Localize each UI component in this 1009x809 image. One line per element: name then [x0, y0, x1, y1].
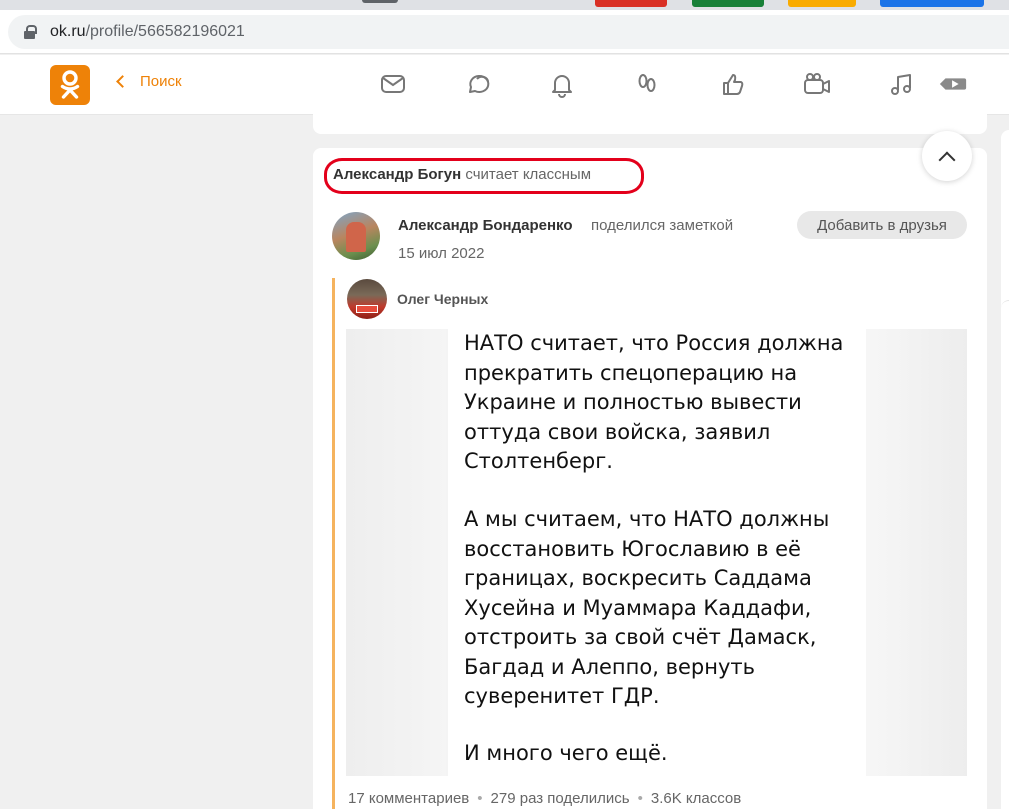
avatar[interactable]	[347, 279, 387, 319]
right-column-card	[1001, 300, 1009, 809]
post-stats: 17 комментариев • 279 раз поделились • 3.6K …	[348, 790, 741, 807]
site-header: Поиск	[0, 55, 1009, 115]
chevron-left-icon	[116, 75, 129, 88]
notifications-icon[interactable]	[547, 69, 577, 99]
image-paragraph-1: НАТО считает, что Россия должна прекрати…	[464, 331, 844, 473]
tab-indicator[interactable]	[362, 0, 398, 3]
discussions-icon[interactable]	[463, 69, 493, 99]
feed-post-card: Александр Богун считает классным Алексан…	[313, 148, 987, 809]
shares-count[interactable]: 279 раз поделились	[491, 790, 630, 807]
url-path: /profile/566582196021	[85, 23, 245, 40]
liked-by-action: считает классным	[465, 166, 592, 183]
post-image-text: А мы считаем, что НАТО должны восстанови…	[464, 505, 864, 712]
messages-icon[interactable]	[378, 69, 408, 99]
video-player-icon[interactable]	[938, 69, 968, 99]
shared-note-bar	[332, 278, 335, 809]
address-bar: ok.ru/profile/566582196021	[0, 10, 1009, 54]
image-paragraph-3: И много чего ещё.	[464, 741, 668, 765]
original-author-name[interactable]: Олег Черных	[397, 291, 488, 307]
url-field[interactable]: ok.ru/profile/566582196021	[8, 15, 1009, 49]
post-author-name[interactable]: Александр Бондаренко	[398, 217, 573, 234]
video-icon[interactable]	[802, 69, 832, 99]
post-image-text: И много чего ещё.	[464, 739, 864, 769]
liked-by-line: Александр Богун считает классным	[333, 166, 591, 183]
url-host: ok.ru	[50, 23, 86, 40]
separator-dot: •	[637, 790, 643, 807]
post-image-text: НАТО считает, что Россия должна прекрати…	[464, 329, 864, 477]
marks-icon[interactable]	[718, 69, 748, 99]
tab-indicator[interactable]	[595, 0, 667, 7]
post-date[interactable]: 15 июл 2022	[398, 245, 484, 262]
tab-indicator[interactable]	[788, 0, 856, 7]
add-friend-button[interactable]: Добавить в друзья	[797, 211, 967, 239]
back-to-search-link[interactable]: Поиск	[116, 73, 182, 90]
browser-tab-strip	[0, 0, 1009, 10]
guests-icon[interactable]	[632, 69, 662, 99]
scroll-to-top-button[interactable]	[922, 131, 972, 181]
liked-by-name[interactable]: Александр Богун	[333, 166, 461, 183]
music-icon[interactable]	[887, 69, 917, 99]
chevron-up-icon	[938, 151, 956, 168]
ok-logo[interactable]	[50, 65, 90, 105]
avatar[interactable]	[332, 212, 380, 260]
lock-icon[interactable]	[24, 25, 37, 39]
image-paragraph-2: А мы считаем, что НАТО должны восстанови…	[464, 507, 830, 708]
back-link-label: Поиск	[140, 73, 182, 90]
previous-feed-card	[313, 114, 987, 134]
likes-count[interactable]: 3.6K классов	[651, 790, 741, 807]
comments-count[interactable]: 17 комментариев	[348, 790, 469, 807]
tab-indicator[interactable]	[692, 0, 764, 7]
tab-indicator[interactable]	[880, 0, 984, 7]
separator-dot: •	[477, 790, 483, 807]
post-action: поделился заметкой	[591, 217, 734, 234]
ok-logo-icon	[60, 70, 80, 99]
post-image[interactable]: НАТО считает, что Россия должна прекрати…	[346, 329, 967, 776]
